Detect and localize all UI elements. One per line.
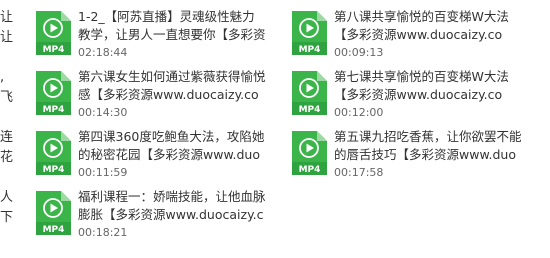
- file-duration: 00:18:21: [78, 226, 128, 239]
- mp4-file-icon: MP4: [290, 130, 328, 176]
- file-title: 1-2_【阿苏直播】灵魂级性魅力教学，让男人一直想要你【多彩资源www.duoc…: [78, 9, 266, 42]
- file-title: 第五课九招吃香蕉，让你欲罢不能的唇舌技巧【多彩资源www.duocaizy.co…: [334, 129, 522, 162]
- mp4-badge-label: MP4: [299, 165, 321, 175]
- mp4-badge-label: MP4: [299, 105, 321, 115]
- mp4-file-icon: MP4: [34, 70, 72, 116]
- mp4-file-icon: MP4: [34, 190, 72, 236]
- file-title: 第八课共享愉悦的百变梯W大法【多彩资源www.duocaizy.com】.mp4: [334, 9, 509, 42]
- file-title: 福利课程一：娇喘技能，让他血脉膨胀【多彩资源www.duocaizy.com】.…: [78, 189, 266, 222]
- mp4-badge-label: MP4: [299, 45, 321, 55]
- file-duration: 00:14:30: [78, 106, 128, 119]
- file-item[interactable]: MP4 福利课程一：娇喘技能，让他血脉膨胀【多彩资源www.duocaizy.c…: [34, 188, 266, 246]
- left-column-fragment: 人 下: [0, 190, 14, 225]
- left-column-fragment: 让 让: [0, 10, 14, 45]
- file-duration: 02:18:44: [78, 46, 128, 59]
- left-column-fragment: 连 花: [0, 130, 14, 165]
- file-item[interactable]: MP4 第八课共享愉悦的百变梯W大法【多彩资源www.duocaizy.com】…: [290, 8, 522, 66]
- file-item[interactable]: MP4 第五课九招吃香蕉，让你欲罢不能的唇舌技巧【多彩资源www.duocaiz…: [290, 128, 522, 186]
- file-title: 第六课女生如何通过紫薇获得愉悦感【多彩资源www.duocaizy.com】.m…: [78, 69, 266, 102]
- left-column-fragment: , 飞: [0, 70, 14, 105]
- file-item[interactable]: MP4 第四课360度吃鲍鱼大法，攻陷她的秘密花园【多彩资源www.duocai…: [34, 128, 266, 186]
- file-duration: 00:17:58: [334, 166, 384, 179]
- file-item[interactable]: MP4 1-2_【阿苏直播】灵魂级性魅力教学，让男人一直想要你【多彩资源www.…: [34, 8, 266, 66]
- file-duration: 00:11:59: [78, 166, 128, 179]
- file-duration: 00:09:13: [334, 46, 384, 59]
- mp4-file-icon: MP4: [34, 10, 72, 56]
- file-item[interactable]: MP4 第六课女生如何通过紫薇获得愉悦感【多彩资源www.duocaizy.co…: [34, 68, 266, 126]
- mp4-file-icon: MP4: [34, 130, 72, 176]
- mp4-file-icon: MP4: [290, 70, 328, 116]
- file-duration: 00:12:00: [334, 106, 384, 119]
- mp4-badge-label: MP4: [43, 105, 65, 115]
- file-item[interactable]: MP4 第七课共享愉悦的百变梯W大法【多彩资源www.duocaizy.com】…: [290, 68, 522, 126]
- mp4-badge-label: MP4: [43, 45, 65, 55]
- mp4-file-icon: MP4: [290, 10, 328, 56]
- file-title: 第四课360度吃鲍鱼大法，攻陷她的秘密花园【多彩资源www.duocaizy.c…: [78, 129, 265, 162]
- mp4-badge-label: MP4: [43, 165, 65, 175]
- file-title: 第七课共享愉悦的百变梯W大法【多彩资源www.duocaizy.com】.mp4: [334, 69, 509, 102]
- mp4-badge-label: MP4: [43, 225, 65, 235]
